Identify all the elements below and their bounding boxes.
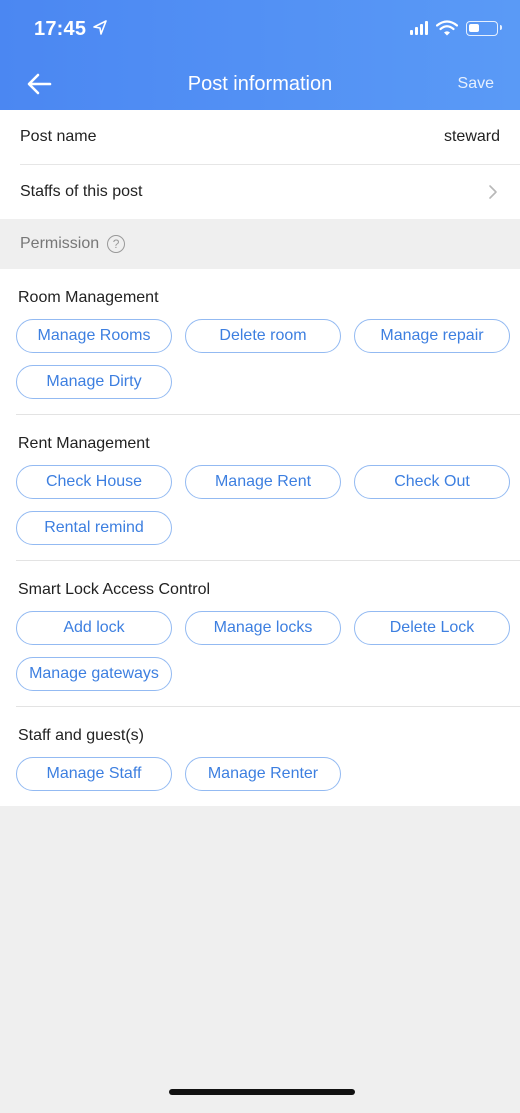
main-content: Post name steward Staffs of this post Pe… <box>0 110 520 806</box>
location-arrow-icon <box>93 20 107 35</box>
status-bar: 17:45 <box>0 0 520 60</box>
permission-chip[interactable]: Delete Lock <box>354 611 510 645</box>
battery-icon <box>466 20 502 36</box>
post-name-row[interactable]: Post name steward <box>0 110 520 164</box>
permission-chip[interactable]: Add lock <box>16 611 172 645</box>
chip-group: Manage Rooms Delete room Manage repair M… <box>0 311 520 399</box>
chip-group: Add lock Manage locks Delete Lock Manage… <box>0 603 520 691</box>
post-name-value: steward <box>443 128 500 145</box>
permission-chip[interactable]: Manage Renter <box>185 757 341 791</box>
section-title: Rent Management <box>18 435 150 452</box>
staff-guests-section: Staff and guest(s) Manage Staff Manage R… <box>0 707 520 806</box>
nav-bar: Post information Save <box>0 60 520 110</box>
chevron-right-icon <box>489 185 497 199</box>
section-title: Room Management <box>18 289 159 306</box>
permission-label: Permission <box>20 235 100 252</box>
home-indicator[interactable] <box>169 1089 355 1095</box>
help-icon[interactable]: ? <box>107 235 126 253</box>
permission-chip[interactable]: Check Out <box>354 465 510 499</box>
cellular-signal-icon <box>410 21 428 35</box>
app-header: 17:45 Post information Save <box>0 0 520 110</box>
permission-chip[interactable]: Manage Staff <box>16 757 172 791</box>
permission-chip[interactable]: Delete room <box>185 319 341 353</box>
save-button[interactable]: Save <box>458 75 494 93</box>
permission-chip[interactable]: Rental remind <box>16 511 172 545</box>
permission-chip[interactable]: Manage gateways <box>16 657 172 691</box>
permission-chip[interactable]: Manage locks <box>185 611 341 645</box>
chip-group: Manage Staff Manage Renter <box>0 749 520 791</box>
wifi-icon <box>436 20 458 36</box>
permission-chip[interactable]: Manage Dirty <box>16 365 172 399</box>
room-management-section: Room Management Manage Rooms Delete room… <box>0 269 520 415</box>
post-name-label: Post name <box>20 128 97 145</box>
rent-management-section: Rent Management Check House Manage Rent … <box>0 415 520 561</box>
status-time: 17:45 <box>34 18 87 40</box>
section-title: Staff and guest(s) <box>18 727 144 744</box>
staffs-of-post-row[interactable]: Staffs of this post <box>0 165 520 219</box>
permission-chip[interactable]: Check House <box>16 465 172 499</box>
smart-lock-section: Smart Lock Access Control Add lock Manag… <box>0 561 520 707</box>
permission-header: Permission ? <box>0 219 520 269</box>
permission-chip[interactable]: Manage Rent <box>185 465 341 499</box>
status-indicators <box>410 20 502 36</box>
staffs-of-post-label: Staffs of this post <box>20 183 143 200</box>
permission-chip[interactable]: Manage Rooms <box>16 319 172 353</box>
section-title: Smart Lock Access Control <box>18 581 211 598</box>
page-title: Post information <box>187 73 333 95</box>
chip-group: Check House Manage Rent Check Out Rental… <box>0 457 520 545</box>
permission-chip[interactable]: Manage repair <box>354 319 510 353</box>
